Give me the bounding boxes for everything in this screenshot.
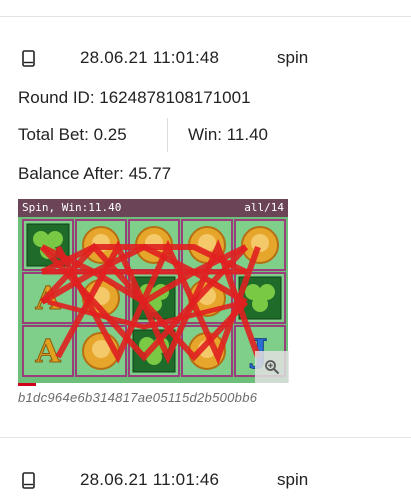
entry-header: 28.06.21 11:01:46 spin bbox=[0, 466, 411, 496]
bet-win-divider bbox=[167, 118, 168, 152]
win-amount: Win: 11.40 bbox=[188, 125, 269, 144]
round-id: Round ID: 1624878108171001 bbox=[18, 88, 251, 107]
mobile-phone-icon bbox=[22, 472, 35, 489]
total-bet: Total Bet: 0.25 bbox=[18, 125, 127, 144]
reel-grid: AAJ bbox=[22, 219, 286, 377]
spin-result-preview[interactable]: Spin, Win:11.40 all/14 AAJ bbox=[18, 199, 288, 383]
round-hash: b1dc964e6b314817ae05115d2b500bb6 bbox=[18, 390, 258, 405]
entry-datetime: 28.06.21 11:01:48 bbox=[80, 48, 220, 67]
entry-header: 28.06.21 11:01:48 spin bbox=[0, 44, 411, 74]
entry-type: spin bbox=[277, 470, 309, 489]
previous-card-edge bbox=[0, 0, 411, 17]
entry-datetime: 28.06.21 11:01:46 bbox=[80, 470, 220, 489]
svg-text:A: A bbox=[35, 332, 62, 370]
reel-symbol-coin bbox=[234, 219, 286, 271]
balance-after: Balance After: 45.77 bbox=[18, 164, 172, 183]
preview-status-text: Spin, Win:11.40 bbox=[22, 201, 122, 214]
zoom-in-icon bbox=[265, 360, 280, 375]
preview-status-bar: Spin, Win:11.40 all/14 bbox=[18, 199, 288, 217]
preview-progress-mark bbox=[18, 383, 36, 386]
entry-separator bbox=[0, 437, 411, 438]
reel-symbol-ace: A bbox=[22, 325, 74, 377]
zoom-button[interactable] bbox=[255, 351, 289, 383]
entry-type: spin bbox=[277, 48, 309, 67]
preview-line-count: all/14 bbox=[244, 201, 284, 214]
mobile-phone-icon bbox=[22, 50, 35, 67]
